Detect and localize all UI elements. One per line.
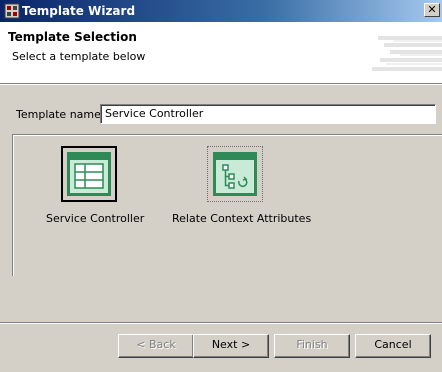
template-tile[interactable]	[207, 146, 263, 202]
template-list: Service Controller Relate Context Attrib…	[12, 134, 442, 276]
template-label: Service Controller	[46, 212, 145, 225]
header-decoration-image	[372, 36, 442, 71]
next-button[interactable]: Next >	[193, 334, 269, 358]
template-label: Relate Context Attributes	[172, 212, 312, 225]
close-icon: ✕	[427, 3, 437, 16]
template-item-relate-context-attributes[interactable]: Relate Context Attributes	[163, 135, 343, 235]
window-title: Template Wizard	[22, 4, 136, 18]
template-name-label: Template name:	[16, 108, 105, 121]
wizard-header: Template Selection Select a template bel…	[0, 22, 442, 84]
template-tile-selected[interactable]	[61, 146, 117, 202]
back-button[interactable]: < Back	[118, 334, 194, 358]
page-description: Select a template below	[12, 50, 146, 63]
close-button[interactable]: ✕	[424, 3, 440, 17]
cancel-button[interactable]: Cancel	[355, 334, 431, 358]
title-bar[interactable]: Template Wizard ✕	[0, 0, 442, 22]
template-item-service-controller[interactable]: Service Controller	[13, 135, 173, 235]
wizard-app-icon	[4, 3, 20, 19]
page-heading: Template Selection	[8, 30, 137, 44]
service-controller-icon	[67, 152, 111, 196]
button-bar-separator	[0, 322, 442, 324]
template-name-input[interactable]: Service Controller	[100, 104, 436, 124]
finish-button[interactable]: Finish	[274, 334, 350, 358]
relate-context-attributes-icon	[213, 152, 257, 196]
header-divider	[0, 84, 442, 86]
